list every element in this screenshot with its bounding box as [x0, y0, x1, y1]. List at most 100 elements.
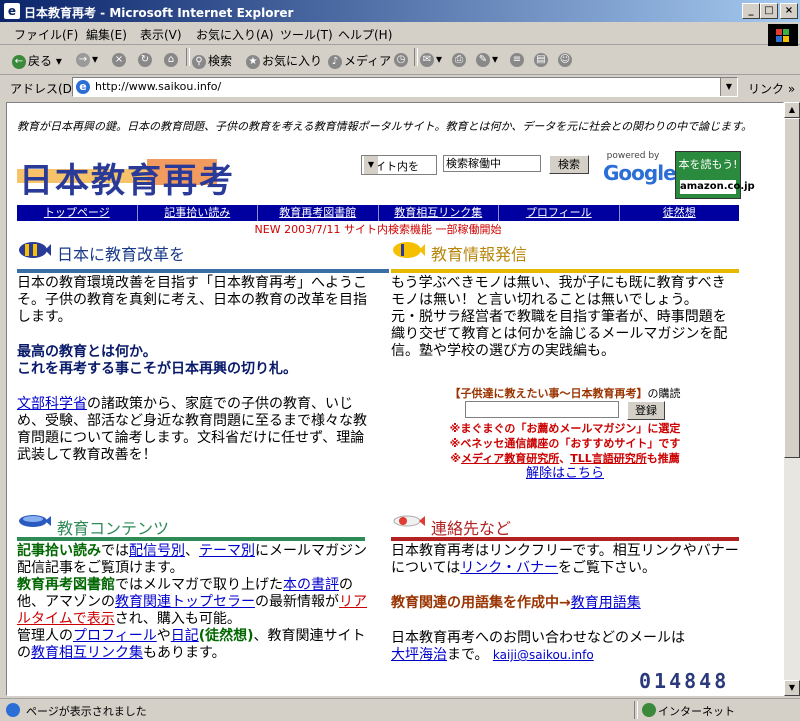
home-button[interactable]: ⌂: [164, 52, 180, 67]
mailmag-email-input[interactable]: [465, 401, 619, 418]
menu-edit[interactable]: 編集(E): [86, 26, 127, 43]
contact-mail-line: 大坪海治まで。 kaiji@saikou.info: [391, 647, 594, 663]
back-button[interactable]: ← 戻る ▾: [12, 52, 62, 69]
section-contact-body: 日本教育再考はリンクフリーです。相互リンクやバナーについてはリンク・バナーをご覧…: [391, 543, 739, 664]
mail-icon: ✉: [420, 52, 434, 67]
scroll-up-button[interactable]: ▲: [784, 102, 800, 118]
home-icon: ⌂: [164, 52, 178, 67]
refresh-icon: ↻: [138, 52, 152, 67]
amazon-logo: amazon.co.jp: [680, 180, 755, 194]
section-info-heading: 教育情報発信: [391, 241, 731, 264]
edit-icon: ✎: [476, 52, 490, 67]
security-zone: インターネット: [658, 705, 735, 718]
amazon-banner[interactable]: 本を読もう! amazon.co.jp: [675, 151, 755, 199]
discuss-icon: ≡: [510, 52, 524, 67]
menu-favorites[interactable]: お気に入り(A): [196, 26, 274, 43]
info-p2: 元・脱サラ経営者で教職を目指す筆者が、時事問題を織り交ぜて教育とは何かを論じるメ…: [391, 309, 728, 359]
nav-top[interactable]: トップページ: [17, 205, 138, 221]
google-badge[interactable]: powered by Google: [603, 151, 677, 187]
address-dropdown-button[interactable]: ▼: [720, 78, 737, 96]
media-button[interactable]: ♪ メディア: [328, 52, 391, 69]
close-button[interactable]: ×: [780, 3, 798, 19]
address-label: アドレス(D): [10, 82, 77, 96]
section-title: 日本に教育改革を: [57, 245, 186, 264]
back-arrow-icon: ←: [12, 54, 26, 69]
site-search-button[interactable]: 検索: [549, 155, 589, 174]
mutual-links-link[interactable]: 教育相互リンク集: [31, 645, 143, 661]
menu-file[interactable]: ファイル(F): [14, 26, 78, 43]
link-banner-link[interactable]: リンク・バナー: [460, 560, 558, 576]
refresh-button[interactable]: ↻: [138, 52, 154, 67]
profile-link[interactable]: プロフィール: [73, 628, 157, 644]
search-scope-select[interactable]: サイト内を ▼: [361, 155, 437, 175]
reform-policy: 文部科学省の諸政策から、家庭での子供の教育、いじめ、受験、部活など身近な教育問題…: [17, 396, 367, 463]
contact-glossary: 教育関連の用語集を作成中→教育用語集: [391, 595, 641, 611]
history-button[interactable]: ◷: [394, 52, 410, 67]
email-link[interactable]: kaiji@saikou.info: [493, 648, 594, 662]
toolbar: ← 戻る ▾ → ▾ × ↻ ⌂ ⚲ 検索 ★ お気に入り ♪ メディア ◷ ✉ ▾ ⎙ ✎…: [0, 46, 800, 75]
top-seller-link[interactable]: 教育関連トップセラー: [115, 594, 255, 610]
edit-button[interactable]: ✎ ▾: [476, 52, 498, 67]
logo-text: 日本教育再考: [19, 161, 235, 201]
main-nav: トップページ 記事拾い読み 教育再考図書館 教育相互リンク集 プロフィール 徒然…: [17, 205, 739, 221]
nav-articles[interactable]: 記事拾い読み: [138, 205, 258, 221]
maximize-button[interactable]: □: [760, 3, 778, 19]
print-button[interactable]: ⎙: [452, 52, 468, 67]
section-rule: [391, 537, 739, 541]
stop-button[interactable]: ×: [112, 52, 128, 67]
mext-link[interactable]: 文部科学省: [17, 396, 87, 412]
links-button[interactable]: リンク »: [748, 80, 795, 97]
section-contents-body: 記事拾い読みでは配信号別、テーマ別にメールマガジン配信記事をご覧頂けます。 教育…: [17, 543, 367, 662]
discuss-button[interactable]: ≡: [510, 52, 526, 67]
award-2: ※ベネッセ通信講座の「おすすめサイト」です: [449, 437, 681, 450]
status-text: ページが表示されました: [26, 705, 147, 718]
section-rule: [17, 269, 389, 273]
vertical-scrollbar[interactable]: ▲ ▼: [784, 102, 800, 696]
diary-link[interactable]: 日記: [171, 628, 199, 644]
author-link[interactable]: 大坪海治: [391, 647, 447, 663]
contents-admin: 管理人のプロフィールや日記(徒然想)、教育関連サイトの教育相互リンク集もあります…: [17, 628, 366, 661]
menu-tools[interactable]: ツール(T): [280, 26, 333, 43]
nav-diary[interactable]: 徒然想: [620, 205, 740, 221]
research-button[interactable]: ▤: [534, 52, 550, 67]
menu-help[interactable]: ヘルプ(H): [338, 26, 392, 43]
reform-intro: 日本の教育環境改善を目指す「日本教育再考」へようこそ。子供の教育を真剣に考え、日…: [17, 275, 367, 325]
mailmag-register-button[interactable]: 登録: [627, 401, 665, 420]
page-content: 教育が日本再興の鍵。日本の教育問題、子供の教育を考える教育情報ポータルサイト。教…: [6, 102, 784, 696]
favorites-button[interactable]: ★ お気に入り: [246, 52, 322, 69]
fish-icon: [19, 515, 51, 527]
glossary-link[interactable]: 教育用語集: [571, 595, 641, 611]
site-logo[interactable]: 日本教育再考: [17, 151, 233, 201]
forward-arrow-icon: →: [76, 52, 90, 67]
nav-links[interactable]: 教育相互リンク集: [379, 205, 499, 221]
nav-profile[interactable]: プロフィール: [499, 205, 620, 221]
messenger-icon: ☺: [558, 52, 572, 67]
forward-button[interactable]: → ▾: [76, 52, 98, 67]
address-bar: アドレス(D) e http://www.saikou.info/ ▼ リンク …: [0, 76, 800, 98]
section-contact-heading: 連絡先など: [391, 511, 731, 538]
award-1: ※まぐまぐの「お薦めメールマガジン」に選定: [449, 422, 681, 435]
site-search-input[interactable]: 検索稼働中: [443, 155, 541, 172]
fish-icon: [393, 515, 425, 527]
messenger-button[interactable]: ☺: [558, 52, 574, 67]
media-institute-link[interactable]: メディア教育研究所: [461, 452, 559, 465]
scroll-down-button[interactable]: ▼: [784, 680, 800, 696]
favorites-icon: ★: [246, 54, 260, 69]
search-button[interactable]: ⚲ 検索: [192, 52, 232, 69]
menu-view[interactable]: 表示(V): [140, 26, 182, 43]
title-bar: e 日本教育再考 - Microsoft Internet Explorer _…: [0, 0, 800, 22]
mail-button[interactable]: ✉ ▾: [420, 52, 442, 67]
info-p1: もう学ぶべきモノは無い、我が子にも既に教育すべきモノは無い！と言い切れることは無…: [391, 275, 726, 308]
nav-library[interactable]: 教育再考図書館: [258, 205, 379, 221]
by-issue-link[interactable]: 配信号別: [129, 543, 185, 559]
scroll-thumb[interactable]: [784, 118, 800, 458]
address-input[interactable]: e http://www.saikou.info/ ▼: [72, 77, 738, 97]
tll-link[interactable]: TLL言語研究所: [570, 452, 647, 465]
book-review-link[interactable]: 本の書評: [283, 577, 339, 593]
unsubscribe-link[interactable]: 解除はこちら: [526, 466, 604, 481]
by-theme-link[interactable]: テーマ別: [199, 543, 255, 559]
site-intro: 教育が日本再興の鍵。日本の教育問題、子供の教育を考える教育情報ポータルサイト。教…: [17, 120, 753, 133]
toolbar-separator: [186, 48, 190, 66]
reform-bold-1: 最高の教育とは何か。: [17, 344, 157, 360]
minimize-button[interactable]: _: [742, 3, 760, 19]
